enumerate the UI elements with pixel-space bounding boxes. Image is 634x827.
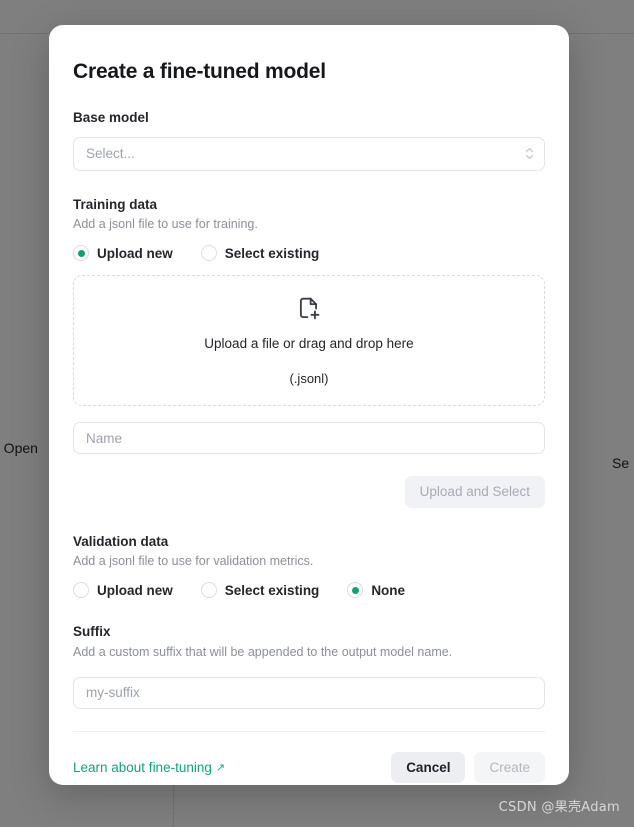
create-fine-tuned-model-dialog: Create a fine-tuned model Base model Sel… [49,25,569,785]
base-model-select[interactable]: Select... [73,136,545,171]
suffix-input[interactable] [73,676,545,709]
learn-link-label: Learn about fine-tuning [73,759,212,775]
dialog-title: Create a fine-tuned model [73,60,326,83]
footer-button-group: Cancel Create [391,751,545,783]
suffix-label: Suffix [73,624,111,640]
suffix-field: Suffix Add a custom suffix that will be … [73,623,545,709]
validation-radio-none-label: None [371,582,406,598]
training-radio-select-existing[interactable]: Select existing [200,245,320,262]
validation-radio-select-existing[interactable]: Select existing [200,582,320,599]
dropzone-secondary-text: (.jsonl) [289,370,329,386]
validation-data-field: Validation data Add a jsonl file to use … [73,533,545,599]
radio-indicator [347,582,364,599]
file-plus-icon [296,296,322,322]
validation-radio-upload-new[interactable]: Upload new [73,582,173,599]
training-data-radio-group: Upload new Select existing [73,245,545,262]
radio-indicator [200,245,217,262]
base-model-select-value: Select... [86,146,135,162]
base-model-select-wrapper: Select... [73,136,545,171]
file-dropzone[interactable]: Upload a file or drag and drop here (.js… [73,275,545,407]
training-data-label: Training data [73,196,158,212]
training-file-name-input[interactable] [73,422,545,455]
create-button[interactable]: Create [474,751,545,783]
upload-and-select-button[interactable]: Upload and Select [404,476,545,508]
validation-radio-select-existing-label: Select existing [224,582,320,598]
radio-indicator [73,582,89,599]
dropzone-primary-text: Upload a file or drag and drop here [204,335,414,351]
validation-data-label: Validation data [73,533,169,549]
training-radio-upload-new-label: Upload new [97,245,173,261]
validation-data-description: Add a jsonl file to use for validation m… [73,554,314,569]
radio-indicator [200,582,217,599]
training-data-description: Add a jsonl file to use for training. [73,217,258,232]
validation-radio-none[interactable]: None [347,582,406,599]
cancel-button[interactable]: Cancel [391,751,466,783]
dialog-footer: Learn about fine-tuning ↗ Cancel Create [73,751,545,783]
watermark-text: CSDN @果壳Adam [498,800,620,815]
footer-divider [73,730,545,732]
training-data-field: Training data Add a jsonl file to use fo… [73,196,545,508]
base-model-field: Base model Select... [73,109,545,171]
validation-data-radio-group: Upload new Select existing None [73,582,545,599]
training-radio-upload-new[interactable]: Upload new [73,245,173,262]
radio-indicator [73,245,89,262]
training-radio-select-existing-label: Select existing [224,245,320,261]
chevron-up-down-icon [524,147,534,161]
suffix-description: Add a custom suffix that will be appende… [73,644,453,659]
validation-radio-upload-new-label: Upload new [97,582,173,598]
upload-button-row: Upload and Select [73,476,545,508]
base-model-label: Base model [73,110,149,126]
external-link-arrow-icon: ↗ [215,761,226,774]
learn-about-fine-tuning-link[interactable]: Learn about fine-tuning ↗ [73,760,225,775]
